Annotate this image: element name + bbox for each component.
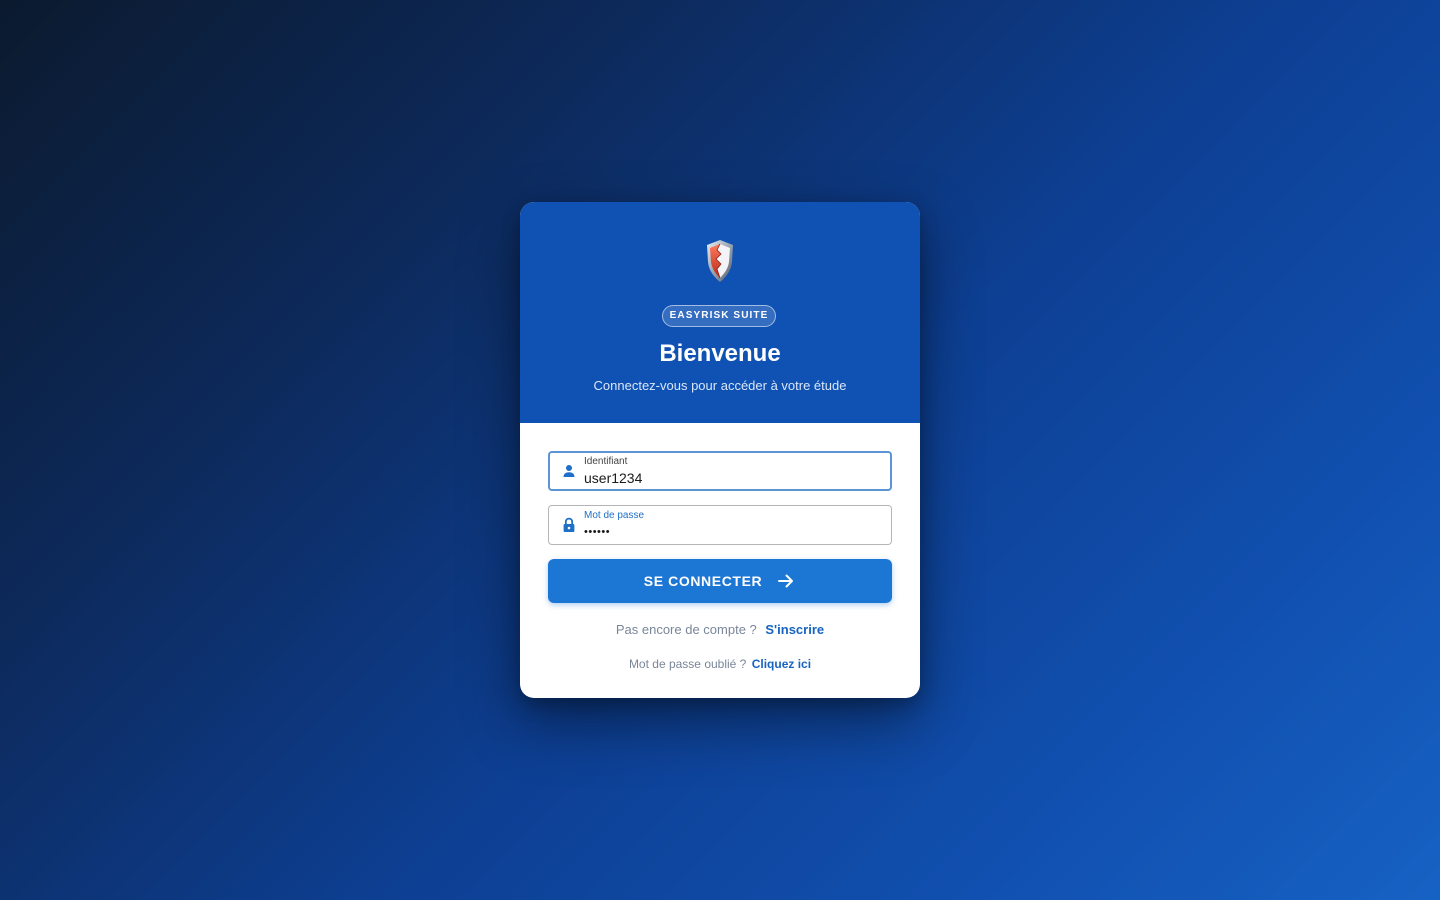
login-header: EASYRISK SUITE Bienvenue Connectez-vous … xyxy=(520,202,920,423)
username-label: Identifiant xyxy=(584,456,628,467)
signup-row: Pas encore de compte ? S'inscrire xyxy=(520,621,920,639)
user-icon xyxy=(563,465,575,477)
login-form: Identifiant Mot de passe •••••• SE CONNE… xyxy=(520,423,920,698)
username-input[interactable] xyxy=(584,470,874,486)
page-title: Bienvenue xyxy=(659,340,781,367)
shield-icon xyxy=(707,240,733,282)
password-input[interactable]: •••••• xyxy=(584,524,874,540)
arrow-right-icon xyxy=(778,574,794,588)
login-button-label: SE CONNECTER xyxy=(643,573,763,589)
signup-prompt: Pas encore de compte ? xyxy=(615,622,757,637)
username-field[interactable]: Identifiant xyxy=(548,451,892,491)
login-button[interactable]: SE CONNECTER xyxy=(548,559,892,603)
brand-badge: EASYRISK SUITE xyxy=(662,305,776,327)
page-subtitle: Connectez-vous pour accéder à votre étud… xyxy=(593,378,847,393)
password-field[interactable]: Mot de passe •••••• xyxy=(548,505,892,545)
forgot-password-row: Mot de passe oublié ? Cliquez ici xyxy=(520,655,920,673)
forgot-password-link[interactable]: Cliquez ici xyxy=(752,657,811,671)
login-card: EASYRISK SUITE Bienvenue Connectez-vous … xyxy=(520,202,920,698)
password-label: Mot de passe xyxy=(584,510,645,521)
lock-icon xyxy=(563,517,575,532)
forgot-password-prompt: Mot de passe oublié ? xyxy=(628,657,747,671)
signup-link[interactable]: S'inscrire xyxy=(765,622,824,637)
